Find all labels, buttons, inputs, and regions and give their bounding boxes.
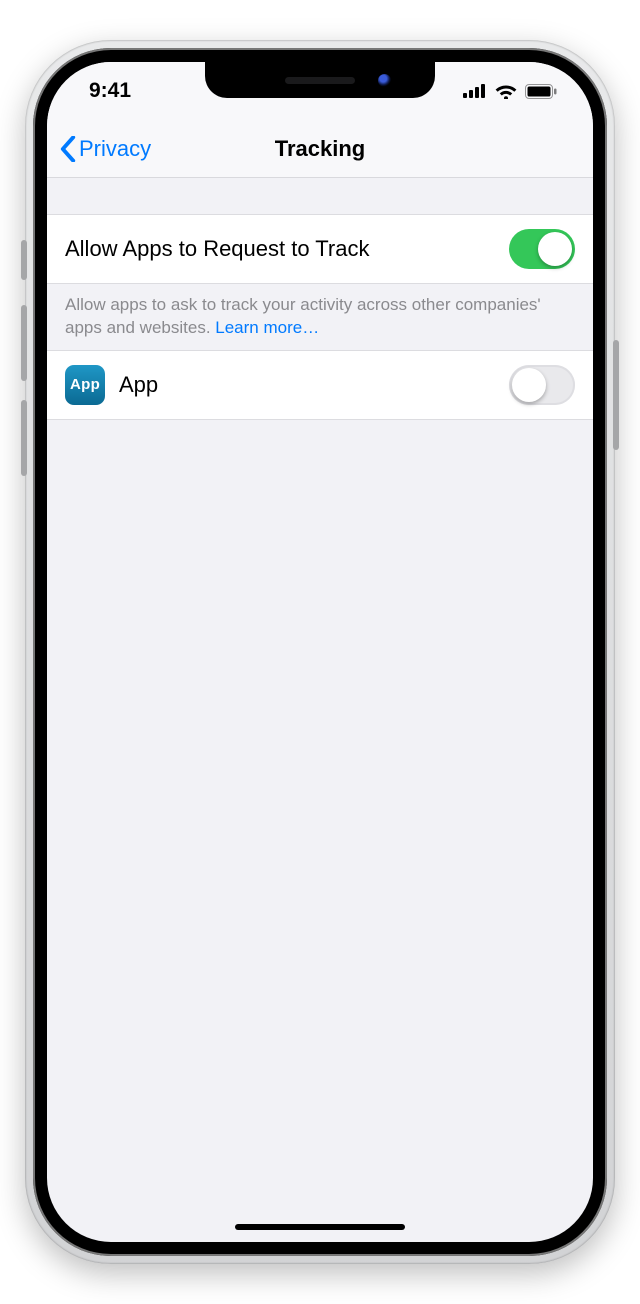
content: Allow Apps to Request to Track Allow app… xyxy=(47,178,593,420)
front-camera xyxy=(378,74,391,87)
notch xyxy=(205,62,435,98)
ringer-switch xyxy=(21,240,27,280)
allow-tracking-label: Allow Apps to Request to Track xyxy=(65,236,495,262)
volume-down-button xyxy=(21,400,27,476)
app-tracking-switch[interactable] xyxy=(509,365,575,405)
allow-tracking-row: Allow Apps to Request to Track xyxy=(47,214,593,284)
status-time: 9:41 xyxy=(89,79,131,103)
chevron-left-icon xyxy=(59,136,77,162)
home-indicator[interactable] xyxy=(235,1224,405,1230)
allow-tracking-switch[interactable] xyxy=(509,229,575,269)
learn-more-link[interactable]: Learn more… xyxy=(215,318,319,337)
back-label: Privacy xyxy=(79,136,151,162)
wifi-icon xyxy=(495,83,517,99)
cellular-icon xyxy=(463,84,487,98)
back-button[interactable]: Privacy xyxy=(47,136,151,162)
app-name: App xyxy=(119,372,495,398)
side-button xyxy=(613,340,619,450)
allow-tracking-description: Allow apps to ask to track your activity… xyxy=(47,284,593,350)
app-row: App App xyxy=(47,350,593,420)
battery-icon xyxy=(525,84,557,99)
volume-up-button xyxy=(21,305,27,381)
navigation-bar: Privacy Tracking xyxy=(47,120,593,178)
speaker-grille xyxy=(285,77,355,84)
app-icon: App xyxy=(65,365,105,405)
screen: 9:41 Privacy Tracking Allow xyxy=(47,62,593,1242)
device-frame: 9:41 Privacy Tracking Allow xyxy=(25,40,615,1264)
status-indicators xyxy=(463,83,557,99)
